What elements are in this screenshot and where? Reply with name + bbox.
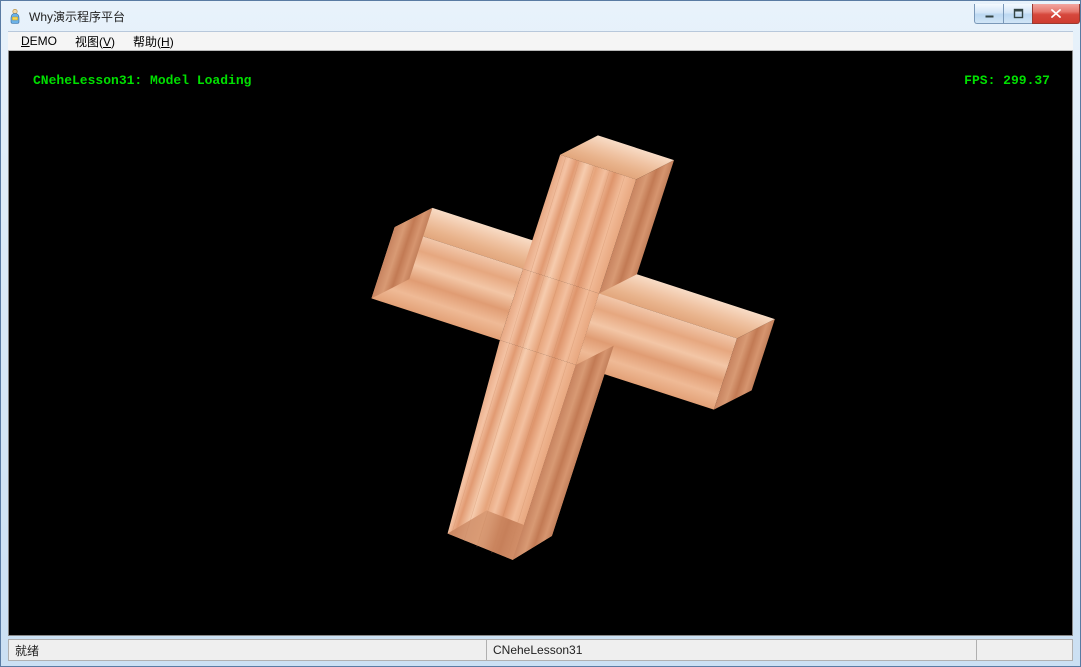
menu-view[interactable]: 视图(V) bbox=[66, 32, 124, 50]
menu-demo[interactable]: DEMO bbox=[12, 32, 66, 50]
status-pane-ready: 就绪 bbox=[8, 639, 486, 661]
menubar: DEMO 视图(V) 帮助(H) bbox=[8, 31, 1073, 51]
menu-demo-label: DEMO bbox=[21, 34, 57, 48]
status-pane-lesson: CNeheLesson31 bbox=[486, 639, 976, 661]
maximize-button[interactable] bbox=[1003, 4, 1033, 24]
maximize-icon bbox=[1013, 8, 1024, 19]
status-ready-text: 就绪 bbox=[15, 642, 39, 659]
status-lesson-text: CNeheLesson31 bbox=[493, 643, 582, 657]
menu-view-label: 视图(V) bbox=[75, 33, 115, 50]
statusbar: 就绪 CNeheLesson31 bbox=[8, 639, 1073, 661]
minimize-icon bbox=[984, 8, 995, 19]
titlebar[interactable]: Why演示程序平台 bbox=[1, 1, 1080, 31]
app-window: Why演示程序平台 DEMO bbox=[0, 0, 1081, 667]
close-icon bbox=[1050, 8, 1062, 19]
viewport[interactable]: CNeheLesson31: Model Loading FPS: 299.37 bbox=[8, 51, 1073, 636]
menu-help-label: 帮助(H) bbox=[133, 33, 174, 50]
window-title: Why演示程序平台 bbox=[29, 8, 125, 25]
minimize-button[interactable] bbox=[974, 4, 1004, 24]
app-icon bbox=[7, 8, 23, 24]
status-pane-extra bbox=[976, 639, 1073, 661]
model-cross-icon bbox=[281, 93, 801, 593]
scene-3d bbox=[9, 51, 1072, 635]
close-button[interactable] bbox=[1032, 4, 1080, 24]
menu-help[interactable]: 帮助(H) bbox=[124, 32, 183, 50]
window-controls bbox=[975, 4, 1080, 24]
titlebar-left: Why演示程序平台 bbox=[7, 8, 125, 25]
